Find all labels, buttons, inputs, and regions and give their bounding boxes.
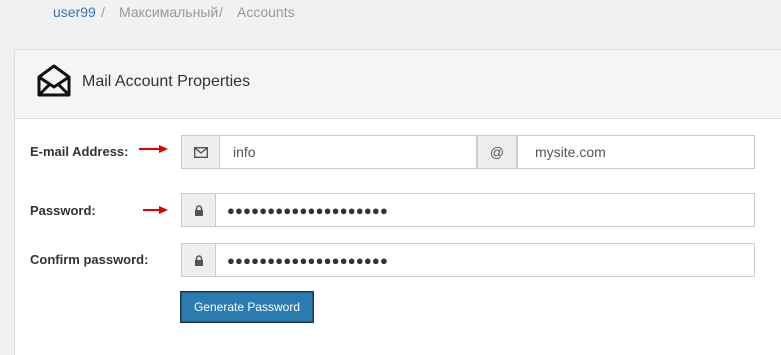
lock-icon [194,204,203,216]
email-user-input[interactable]: info [219,135,477,169]
mail-icon [37,64,71,97]
annotation-arrow [143,206,168,214]
password-input[interactable]: ●●●●●●●●●●●●●●●●●●●● [215,193,755,227]
confirm-password-input[interactable]: ●●●●●●●●●●●●●●●●●●●● [215,243,755,277]
panel-title: Mail Account Properties [82,73,251,90]
lock-addon [181,243,216,277]
password-label: Password: [30,203,96,218]
lock-addon [181,193,216,227]
breadcrumb-separator: / [101,4,105,20]
panel-header: Mail Account Properties [15,50,781,119]
annotation-arrow [139,145,168,153]
email-domain-input[interactable]: mysite.com [517,135,755,169]
breadcrumb: user99 / Максимальный / Accounts [0,0,781,30]
breadcrumb-separator: / [219,4,223,20]
breadcrumb-plan[interactable]: Максимальный [119,4,218,20]
at-addon: @ [477,135,517,169]
lock-icon [194,254,203,266]
envelope-addon [181,135,220,169]
email-label: E-mail Address: [30,144,129,159]
breadcrumb-user-link[interactable]: user99 [53,4,96,20]
envelope-icon [193,146,208,158]
confirm-password-label: Confirm password: [30,252,149,267]
breadcrumb-current: Accounts [237,4,295,20]
generate-password-button[interactable]: Generate Password [181,292,313,322]
mail-account-panel: Mail Account Properties E-mail Address: … [14,49,781,355]
